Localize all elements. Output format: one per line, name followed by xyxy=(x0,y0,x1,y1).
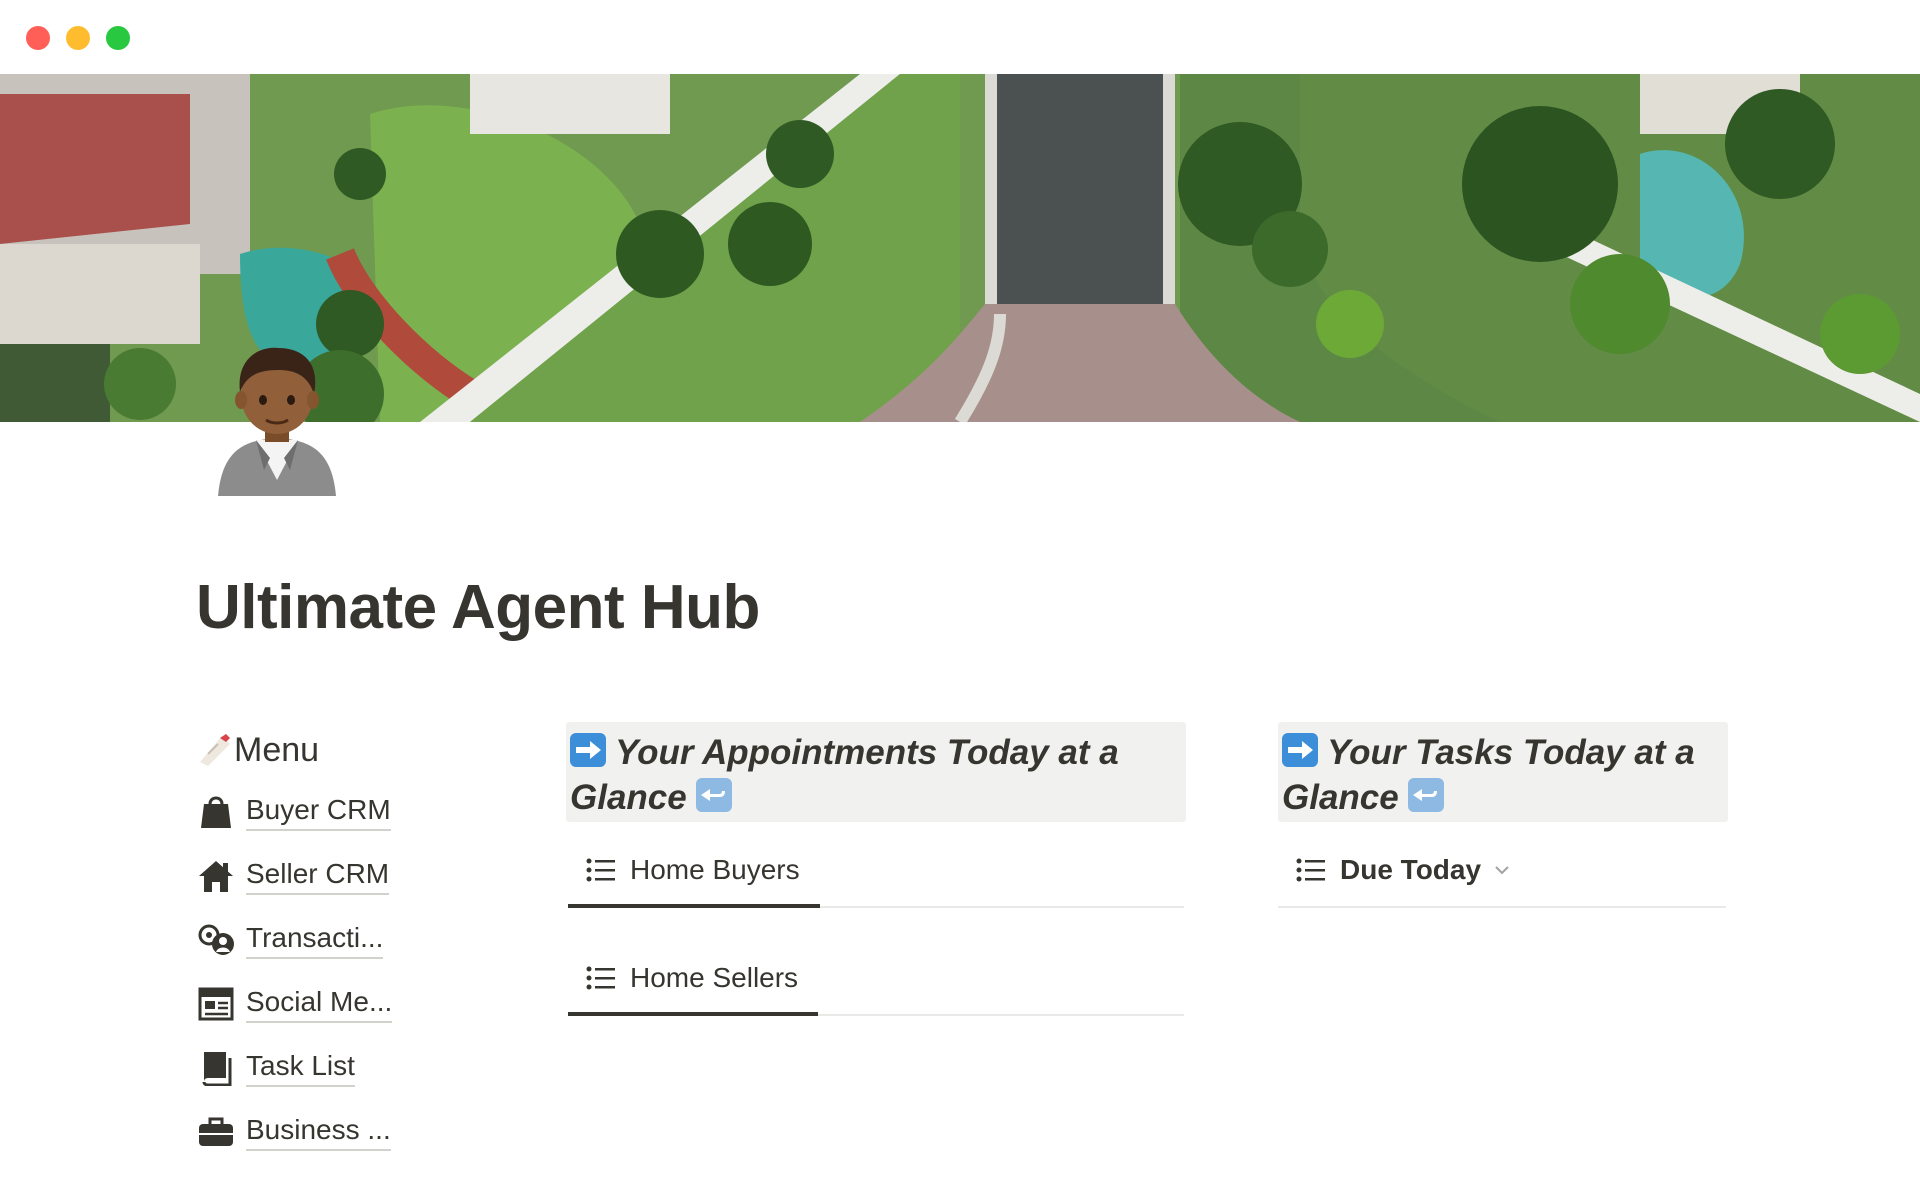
menu-item-social-media[interactable]: Social Me... xyxy=(196,980,393,1028)
active-tab-underline xyxy=(568,904,820,908)
chevron-down-icon[interactable] xyxy=(1493,861,1511,879)
appointments-callout-line2: Glance xyxy=(570,778,687,817)
menu-item-label: Seller CRM xyxy=(246,857,390,895)
left-hook-arrow-icon xyxy=(696,778,733,812)
page-title[interactable]: Ultimate Agent Hub xyxy=(196,572,760,643)
view-tab-label: Due Today xyxy=(1340,854,1482,885)
menu-item-business[interactable]: Business ... xyxy=(196,1108,391,1156)
tasks-callout[interactable]: Your Tasks Today at a Glance xyxy=(1278,722,1728,822)
view-tab-home-buyers[interactable]: Home Buyers xyxy=(568,840,800,900)
memo-icon xyxy=(200,734,230,766)
list-icon xyxy=(586,858,615,882)
minimize-window-button[interactable] xyxy=(66,26,90,50)
newspaper-icon xyxy=(196,984,236,1024)
right-arrow-icon xyxy=(1282,733,1318,767)
appointments-callout[interactable]: Your Appointments Today at a Glance xyxy=(566,722,1186,822)
list-icon xyxy=(1296,858,1325,882)
menu-heading-label: Menu xyxy=(234,730,320,769)
menu-item-label: Social Me... xyxy=(246,985,393,1023)
tasks-callout-line2: Glance xyxy=(1282,778,1399,817)
person-in-suit-icon[interactable] xyxy=(212,340,342,496)
menu-item-label: Task List xyxy=(246,1049,355,1087)
menu-item-label: Transacti... xyxy=(246,921,384,959)
list-icon xyxy=(586,966,615,990)
close-window-button[interactable] xyxy=(26,26,50,50)
tasks-callout-line1: Your Tasks Today at a xyxy=(1327,733,1695,772)
menu-item-label: Business ... xyxy=(246,1113,391,1151)
menu-item-buyer-crm[interactable]: Buyer CRM xyxy=(196,788,391,836)
right-arrow-icon xyxy=(570,733,606,767)
view-tab-label: Home Sellers xyxy=(630,962,799,993)
user-gear-icon xyxy=(196,920,236,960)
view-tab-label: Home Buyers xyxy=(630,854,800,885)
shopping-bag-icon xyxy=(196,792,236,832)
menu-item-label: Buyer CRM xyxy=(246,793,391,831)
menu-item-seller-crm[interactable]: Seller CRM xyxy=(196,852,390,900)
briefcase-icon xyxy=(196,1112,236,1152)
tasks-callout-text: Your Tasks Today at a Glance xyxy=(1282,730,1724,820)
appointments-callout-line1: Your Appointments Today at a xyxy=(615,733,1119,772)
menu-item-transactions[interactable]: Transacti... xyxy=(196,916,384,964)
view-tab-home-sellers[interactable]: Home Sellers xyxy=(568,948,798,1008)
home-icon xyxy=(196,856,236,896)
appointments-callout-text: Your Appointments Today at a Glance xyxy=(570,730,1182,820)
left-hook-arrow-icon xyxy=(1408,778,1445,812)
book-icon xyxy=(196,1048,236,1088)
view-tab-due-today[interactable]: Due Today xyxy=(1278,840,1511,900)
maximize-window-button[interactable] xyxy=(106,26,130,50)
menu-column: Menu Buyer CRM Seller CRM Transacti... S… xyxy=(196,726,436,1151)
view-divider xyxy=(1278,906,1726,908)
window-titlebar xyxy=(0,0,1920,74)
menu-item-task-list[interactable]: Task List xyxy=(196,1044,355,1092)
menu-heading: Menu xyxy=(196,726,436,774)
active-tab-underline xyxy=(568,1012,818,1016)
